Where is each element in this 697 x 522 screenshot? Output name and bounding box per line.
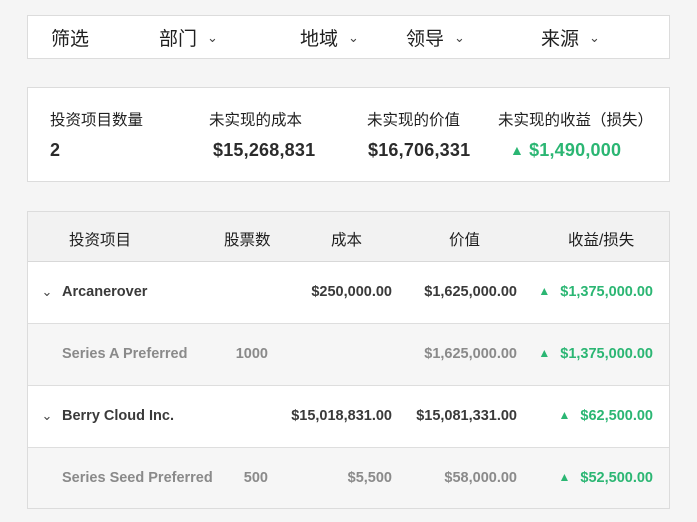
table-row[interactable]: ⌄ Arcanerover $250,000.00 $1,625,000.00 … <box>28 262 669 324</box>
filter-department-dropdown[interactable]: 部门 ⌄ <box>159 16 218 58</box>
cell-project: Series A Preferred <box>62 346 188 362</box>
table-row: Series Seed Preferred 500 $5,500 $58,000… <box>28 448 669 508</box>
table-row[interactable]: ⌄ Berry Cloud Inc. $15,018,831.00 $15,08… <box>28 386 669 448</box>
filter-label: 来源 <box>541 28 580 50</box>
table-header: 投资项目 股票数 成本 价值 收益/损失 <box>28 212 669 262</box>
triangle-up-icon: ▲ <box>538 284 551 298</box>
filter-label: 领导 <box>406 28 445 50</box>
cell-gain: ▲ $1,375,000.00 <box>538 284 653 300</box>
stat-unrealized-gain: 未实现的收益（损失） ▲ $1,490,000 <box>498 108 653 161</box>
column-header-project[interactable]: 投资项目 <box>69 228 131 250</box>
triangle-up-icon: ▲ <box>558 470 571 484</box>
chevron-down-icon[interactable]: ⌄ <box>40 408 54 423</box>
column-header-shares[interactable]: 股票数 <box>224 228 271 250</box>
triangle-up-icon: ▲ <box>510 142 525 158</box>
column-header-gain[interactable]: 收益/损失 <box>568 228 634 250</box>
stat-label: 未实现的收益（损失） <box>498 112 654 129</box>
stat-label: 未实现的成本 <box>209 112 303 129</box>
triangle-up-icon: ▲ <box>538 346 551 360</box>
cell-gain: ▲ $52,500.00 <box>558 470 653 486</box>
stat-label: 未实现的价值 <box>367 112 461 129</box>
summary-panel: 投资项目数量 2 未实现的成本 $15,268,831 未实现的价值 $16,7… <box>27 87 670 182</box>
filter-label: 地域 <box>300 28 339 50</box>
filter-bar: 筛选 部门 ⌄ 地域 ⌄ 领导 ⌄ 来源 ⌄ <box>27 15 670 59</box>
filter-region-dropdown[interactable]: 地域 ⌄ <box>300 16 359 58</box>
cell-value: $1,625,000.00 <box>424 284 517 300</box>
cell-cost: $5,500 <box>347 470 392 486</box>
cell-gain: ▲ $62,500.00 <box>558 408 653 424</box>
cell-value: $1,625,000.00 <box>424 346 517 362</box>
column-header-value[interactable]: 价值 <box>449 228 480 250</box>
filter-label: 部门 <box>159 28 198 50</box>
column-header-cost[interactable]: 成本 <box>331 228 362 250</box>
cell-project: Arcanerover <box>62 284 148 300</box>
chevron-down-icon: ⌄ <box>454 30 465 45</box>
chevron-down-icon: ⌄ <box>207 30 218 45</box>
stat-value: ▲ $1,490,000 <box>510 140 622 160</box>
cell-gain: ▲ $1,375,000.00 <box>538 346 653 362</box>
stat-unrealized-value: 未实现的价值 $16,706,331 <box>367 108 470 161</box>
filter-title: 筛选 <box>51 28 90 50</box>
cell-shares: 500 <box>243 470 268 486</box>
chevron-down-icon: ⌄ <box>589 30 600 45</box>
holdings-table: 投资项目 股票数 成本 价值 收益/损失 ⌄ Arcanerover $250,… <box>27 211 670 509</box>
stat-value: 2 <box>50 140 61 160</box>
triangle-up-icon: ▲ <box>558 408 571 422</box>
cell-cost: $15,018,831.00 <box>291 408 392 424</box>
stat-value: $15,268,831 <box>213 140 316 160</box>
cell-project: Berry Cloud Inc. <box>62 408 174 424</box>
chevron-down-icon: ⌄ <box>348 30 359 45</box>
stat-project-count: 投资项目数量 2 <box>50 108 143 161</box>
filter-leader-dropdown[interactable]: 领导 ⌄ <box>406 16 465 58</box>
cell-cost: $250,000.00 <box>311 284 392 300</box>
cell-value: $15,081,331.00 <box>416 408 517 424</box>
filter-source-dropdown[interactable]: 来源 ⌄ <box>541 16 600 58</box>
stat-value: $16,706,331 <box>368 140 471 160</box>
chevron-down-icon[interactable]: ⌄ <box>40 284 54 299</box>
stat-unrealized-cost: 未实现的成本 $15,268,831 <box>209 108 315 161</box>
table-row: Series A Preferred 1000 $1,625,000.00 ▲ $… <box>28 324 669 386</box>
stat-label: 投资项目数量 <box>50 112 144 129</box>
cell-shares: 1000 <box>235 346 268 362</box>
cell-value: $58,000.00 <box>444 470 517 486</box>
cell-project: Series Seed Preferred <box>62 470 213 486</box>
